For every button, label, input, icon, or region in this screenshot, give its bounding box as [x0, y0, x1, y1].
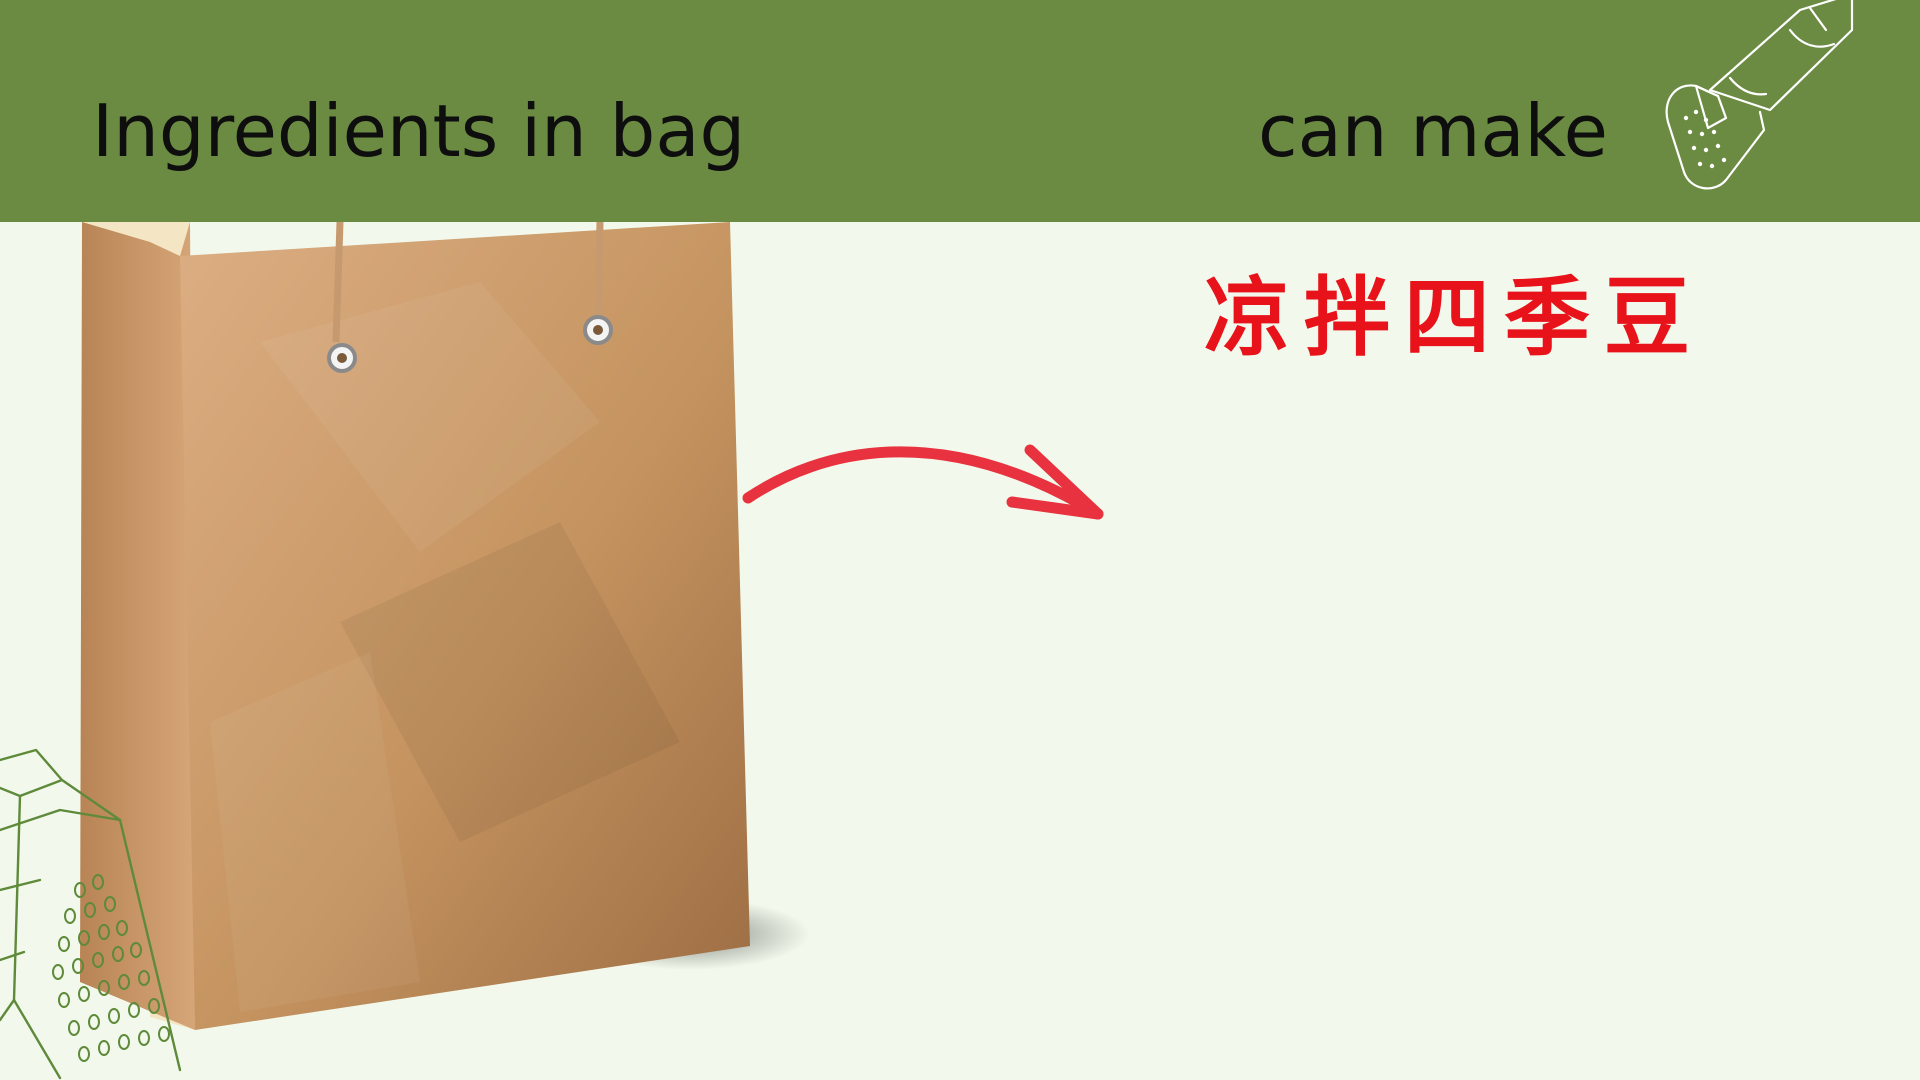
dish-name: 凉拌四季豆: [1204, 268, 1704, 368]
ingredients-heading: Ingredients in bag: [92, 89, 746, 173]
curved-arrow-icon: [742, 444, 1104, 520]
grater-icon: [0, 748, 182, 1080]
can-make-heading: can make: [1258, 89, 1608, 173]
slide: Ingredients in bag can make 凉拌四季豆: [0, 0, 1920, 1080]
salt-shaker-icon: [1665, 0, 1854, 190]
